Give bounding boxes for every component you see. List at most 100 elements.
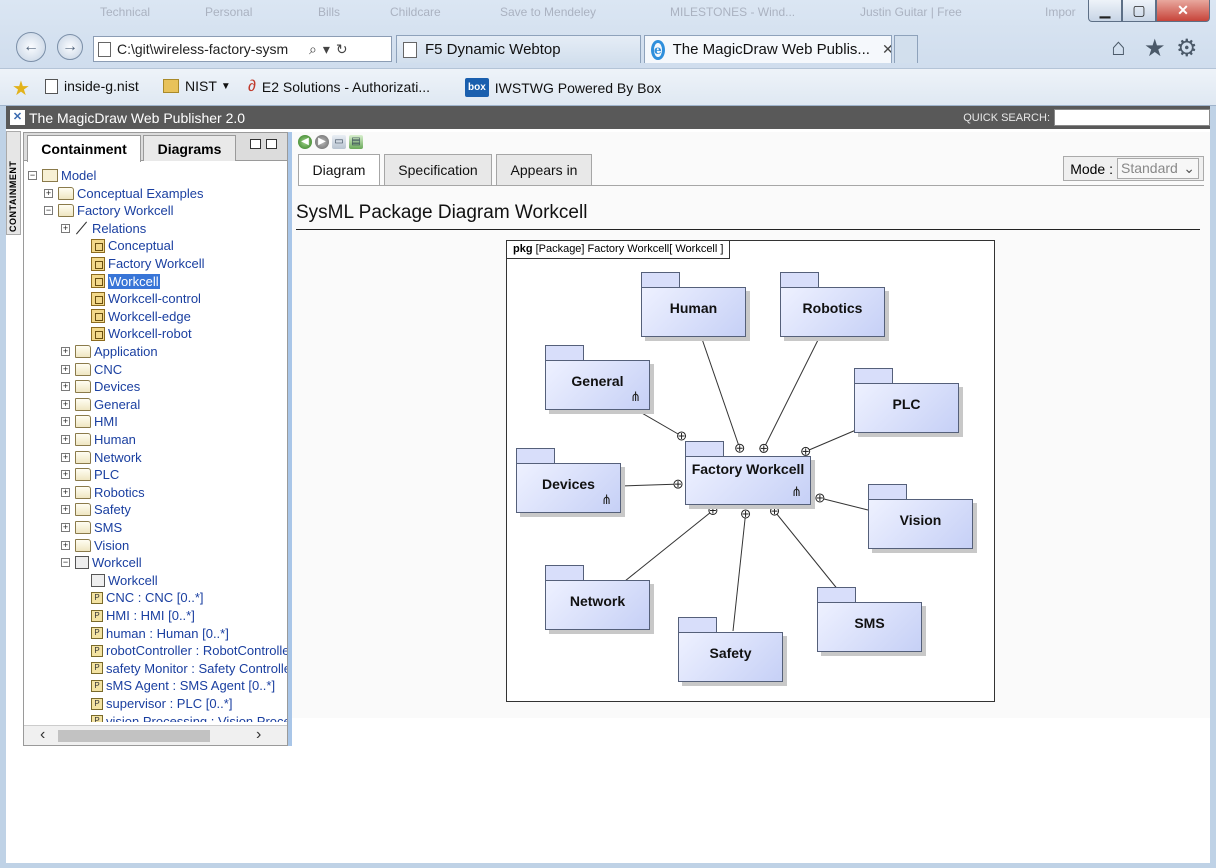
package-network[interactable]: Network [545, 565, 650, 630]
tree-node[interactable]: + Human [61, 431, 136, 448]
tree-node[interactable]: Conceptual [91, 237, 174, 254]
new-tab-button[interactable] [894, 35, 918, 63]
tree-node[interactable]: + Safety [61, 501, 131, 518]
package-sms[interactable]: SMS [817, 587, 922, 652]
expand-icon[interactable]: + [61, 523, 70, 532]
tab-f5-webtop[interactable]: F5 Dynamic Webtop [396, 35, 641, 63]
collapse-icon[interactable]: − [28, 171, 37, 180]
expand-icon[interactable]: + [61, 382, 70, 392]
tree-node[interactable]: + HMI [61, 413, 118, 430]
export-icon[interactable]: ▤ [349, 135, 363, 149]
refresh-icon[interactable]: ↻ [336, 41, 348, 58]
package-general[interactable]: General ⋔ [545, 345, 650, 410]
folder-icon [75, 380, 91, 394]
tab-diagrams[interactable]: Diagrams [143, 135, 236, 161]
scroll-right-icon[interactable]: › [256, 726, 261, 744]
package-plc[interactable]: PLC [854, 368, 959, 433]
favorites-star-icon[interactable]: ★ [1144, 34, 1166, 63]
mode-dropdown[interactable]: Standard ⌄ [1117, 158, 1199, 179]
tree-node[interactable]: Workcell [91, 273, 160, 290]
minimize-button[interactable]: ▁ [1088, 0, 1122, 22]
tree-node[interactable]: Workcell [91, 572, 158, 589]
package-robotics[interactable]: Robotics [780, 272, 885, 337]
tree-node[interactable]: − Factory Workcell [44, 202, 174, 219]
tree-node[interactable]: + PLC [61, 466, 119, 483]
package-diagram[interactable]: pkg [Package] Factory Workcell[ Workcell … [506, 240, 995, 702]
expand-icon[interactable]: + [61, 505, 70, 515]
package-devices[interactable]: Devices ⋔ [516, 448, 621, 513]
tree-node[interactable]: Pvision Processing : Vision Processing [91, 713, 287, 722]
tab-containment[interactable]: Containment [27, 135, 141, 162]
tree-node[interactable]: + Application [61, 343, 158, 360]
expand-icon[interactable]: + [61, 364, 70, 374]
add-favorite-star-icon[interactable]: ★ [12, 76, 30, 101]
expand-icon[interactable]: + [61, 435, 70, 444]
expand-icon[interactable]: + [61, 399, 70, 409]
package-factory-workcell[interactable]: Factory Workcell ⋔ [685, 441, 811, 505]
tree-node[interactable]: + General [61, 396, 140, 413]
tree-node[interactable]: Workcell-edge [91, 308, 191, 325]
expand-icon[interactable]: + [61, 417, 70, 427]
maximize-button[interactable]: ▢ [1122, 0, 1156, 22]
address-bar[interactable]: C:\git\wireless-factory-sysm ⌕ ▾ ↻ [93, 36, 392, 62]
tree-node[interactable]: Factory Workcell [91, 255, 205, 272]
tree-node[interactable]: + Vision [61, 537, 129, 554]
package-human[interactable]: Human [641, 272, 746, 337]
scroll-left-icon[interactable]: ‹ [40, 726, 45, 744]
package-safety[interactable]: Safety [678, 617, 783, 682]
expand-icon[interactable]: + [44, 188, 53, 198]
expand-icon[interactable]: + [61, 347, 70, 356]
tree-node[interactable]: + Network [61, 449, 142, 466]
forward-icon[interactable]: ▶ [315, 135, 329, 149]
expand-icon[interactable]: + [61, 452, 70, 462]
collapse-icon[interactable]: − [44, 206, 53, 216]
gear-icon[interactable]: ⚙ [1176, 34, 1198, 63]
tab-appears-in[interactable]: Appears in [496, 154, 592, 185]
collapse-icon[interactable]: − [61, 558, 70, 568]
restore-panel-icon[interactable] [266, 139, 277, 149]
tree-node[interactable]: + Conceptual Examples [44, 185, 203, 202]
tree-node[interactable]: − Model [28, 167, 96, 184]
tab-magicdraw[interactable]: e The MagicDraw Web Publis... ✕ [644, 35, 892, 63]
favorite-e2-solutions[interactable]: ∂ E2 Solutions - Authorizati... [248, 78, 430, 96]
tree-node[interactable]: Workcell-control [91, 290, 201, 307]
tree-node[interactable]: Psupervisor : PLC [0..*] [91, 695, 232, 712]
dropdown-icon[interactable]: ▾ [323, 41, 330, 58]
expand-icon[interactable]: + [61, 223, 70, 233]
package-vision[interactable]: Vision [868, 484, 973, 549]
minimize-panel-icon[interactable] [250, 139, 261, 149]
quick-search-input[interactable] [1054, 109, 1210, 126]
tree-node[interactable]: + CNC [61, 361, 122, 378]
tab-specification[interactable]: Specification [384, 154, 492, 185]
tree-node[interactable]: − Workcell [61, 554, 142, 571]
close-tab-icon[interactable]: ✕ [882, 41, 891, 58]
tree-node[interactable]: Workcell-robot [91, 325, 192, 342]
expand-icon[interactable]: + [61, 540, 70, 550]
tab-diagram[interactable]: Diagram [298, 154, 380, 185]
tree-node[interactable]: P HMI : HMI [0..*] [91, 607, 195, 624]
tree-node[interactable]: + SMS [61, 519, 122, 536]
favorite-inside-gnist[interactable]: inside-g.nist [45, 78, 139, 94]
back-button[interactable]: ← [16, 32, 46, 62]
tree-node[interactable]: PsMS Agent : SMS Agent [0..*] [91, 677, 275, 694]
home-icon[interactable]: ⌂ [1111, 34, 1126, 62]
tree-node[interactable]: + Devices [61, 378, 140, 395]
favorite-iwstwg[interactable]: box IWSTWG Powered By Box [465, 78, 661, 97]
containment-side-tab[interactable]: CONTAINMENT [6, 131, 21, 235]
tree-node[interactable]: + Relations [61, 220, 146, 237]
tree-node[interactable]: Phuman : Human [0..*] [91, 625, 229, 642]
tree-node[interactable]: P CNC : CNC [0..*] [91, 589, 204, 606]
forward-button[interactable]: → [57, 34, 83, 60]
tree-node[interactable]: + Robotics [61, 484, 145, 501]
expand-icon[interactable]: + [61, 487, 70, 497]
favorite-nist-folder[interactable]: NIST ▼ [163, 78, 231, 94]
back-icon[interactable]: ◀ [298, 135, 312, 149]
tree-node[interactable]: ProbotController : RobotController [91, 642, 287, 659]
close-window-button[interactable]: ✕ [1156, 0, 1210, 22]
expand-icon[interactable]: + [61, 470, 70, 480]
horizontal-scrollbar[interactable]: ‹ › [24, 725, 287, 745]
tree-node[interactable]: Psafety Monitor : Safety Controller [91, 660, 287, 677]
open-diagram-icon[interactable]: ▭ [332, 135, 346, 149]
scrollbar-thumb[interactable] [58, 730, 210, 742]
search-icon[interactable]: ⌕ [309, 41, 317, 58]
